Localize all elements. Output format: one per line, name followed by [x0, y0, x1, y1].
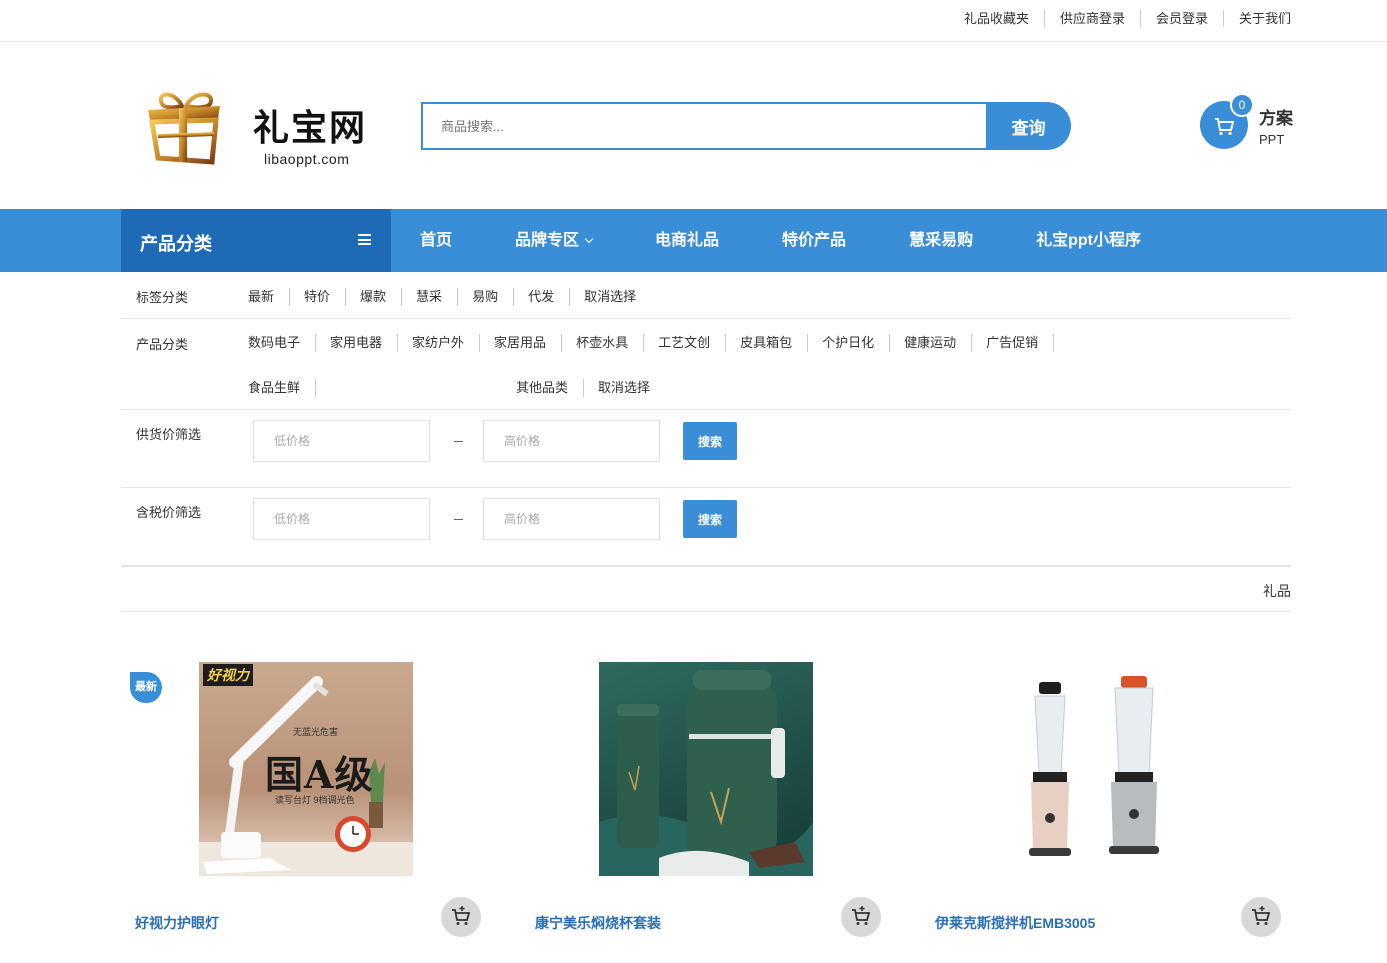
- food-jar-photo: [599, 670, 813, 876]
- add-to-cart-button[interactable]: [841, 897, 881, 937]
- filter-row-tag: 标签分类 最新 特价 爆款 慧采 易购 代发 取消选择: [121, 272, 1291, 319]
- search-box: 查询: [421, 102, 1071, 150]
- category-option[interactable]: 广告促销: [986, 334, 1055, 352]
- nav-items: 首页 品牌专区 电商礼品 特价产品 慧采易购 礼宝ppt小程序: [420, 209, 1204, 272]
- product-image[interactable]: [999, 662, 1213, 876]
- header: 礼宝网 libaoppt.com 查询 0 方案 PPT: [0, 42, 1387, 209]
- search-button[interactable]: 查询: [986, 102, 1071, 150]
- tag-option[interactable]: 慧采: [416, 288, 459, 306]
- filter-row-category: 产品分类 数码电子 家用电器 家纺户外 家居用品 杯壶水具 工艺文创 皮具箱包 个护日化 健康运…: [121, 319, 1291, 410]
- tax-price-search-button[interactable]: 搜索: [683, 500, 737, 538]
- category-option[interactable]: 家用电器: [330, 334, 399, 352]
- product-image[interactable]: 好视力 无蓝光危害 国A级 读写台灯 9档调光色: [199, 662, 413, 876]
- nav-item-brands-label: 品牌专区: [515, 232, 580, 249]
- filter-panel: 标签分类 最新 特价 爆款 慧采 易购 代发 取消选择 产品分类 数码电子 家用电器 家纺户外家…: [121, 272, 1291, 567]
- product-card[interactable]: 伊莱克斯搅拌机EMB3005: [921, 662, 1321, 952]
- supply-price-low-input[interactable]: [253, 420, 430, 462]
- category-option[interactable]: 其他品类: [516, 379, 585, 397]
- tag-option[interactable]: 爆款: [360, 288, 403, 306]
- menu-icon: [358, 234, 371, 245]
- category-option[interactable]: 个护日化: [822, 334, 891, 352]
- tag-option[interactable]: 取消选择: [584, 288, 651, 306]
- filter-label: 标签分类: [136, 290, 189, 305]
- tag-option[interactable]: 易购: [472, 288, 515, 306]
- search-input[interactable]: [421, 102, 986, 150]
- lamp-headline-text: 国A级: [265, 752, 374, 797]
- logo-title[interactable]: 礼宝网: [253, 108, 367, 148]
- top-link-member-login[interactable]: 会员登录: [1141, 10, 1224, 27]
- nav-item-ecommerce-gifts[interactable]: 电商礼品: [655, 209, 719, 272]
- range-dash: [454, 519, 463, 520]
- sort-label[interactable]: 礼品: [1263, 581, 1291, 601]
- gift-logo-icon[interactable]: [144, 86, 224, 166]
- cart-count-badge: 0: [1230, 93, 1254, 117]
- chevron-down-icon: [584, 234, 594, 243]
- product-card[interactable]: 康宁美乐焖烧杯套装: [521, 662, 921, 952]
- nav-item-huicai[interactable]: 慧采易购: [909, 209, 973, 272]
- add-cart-icon: [852, 906, 871, 925]
- lamp-brand-label: 好视力: [203, 664, 253, 686]
- category-menu-button[interactable]: 产品分类: [121, 209, 391, 272]
- add-to-cart-button[interactable]: [1241, 897, 1281, 937]
- top-links: 礼品收藏夹 供应商登录 会员登录 关于我们: [949, 10, 1291, 27]
- cart-label-sub[interactable]: PPT: [1259, 132, 1284, 147]
- top-link-supplier-login[interactable]: 供应商登录: [1045, 10, 1141, 27]
- filter-row-supply-price: 供货价筛选 搜索: [121, 410, 1291, 488]
- logo-subtitle: libaoppt.com: [264, 151, 350, 167]
- nav-item-brands[interactable]: 品牌专区: [515, 209, 594, 272]
- top-link-about[interactable]: 关于我们: [1224, 10, 1291, 27]
- category-menu-label: 产品分类: [140, 234, 212, 254]
- tax-price-high-input[interactable]: [483, 498, 660, 540]
- top-bar: 礼品收藏夹 供应商登录 会员登录 关于我们: [0, 0, 1387, 42]
- category-option[interactable]: 工艺文创: [658, 334, 727, 352]
- category-option[interactable]: 家纺户外: [412, 334, 481, 352]
- tax-price-low-input[interactable]: [253, 498, 430, 540]
- sort-bar: 礼品: [121, 567, 1291, 612]
- category-option[interactable]: 取消选择: [598, 379, 665, 397]
- category-option[interactable]: 家居用品: [494, 334, 563, 352]
- cart-label-main[interactable]: 方案: [1259, 104, 1293, 129]
- product-card[interactable]: 好视力 无蓝光危害 国A级 读写台灯 9档调光色 好视力护眼灯: [121, 662, 521, 952]
- tag-option[interactable]: 最新: [248, 288, 291, 306]
- main-nav: 产品分类 首页 品牌专区 电商礼品 特价产品 慧采易购 礼宝ppt小程序: [0, 209, 1387, 272]
- tag-option[interactable]: 特价: [304, 288, 347, 306]
- nav-item-home[interactable]: 首页: [420, 209, 452, 272]
- filter-label: 供货价筛选: [136, 427, 202, 442]
- category-option[interactable]: 皮具箱包: [740, 334, 809, 352]
- lamp-caption-text: 读写台灯 9档调光色: [275, 795, 355, 805]
- product-title[interactable]: 康宁美乐焖烧杯套装: [535, 913, 661, 933]
- category-option[interactable]: 健康运动: [904, 334, 973, 352]
- lamp-tag-text: 无蓝光危害: [293, 728, 339, 738]
- supply-price-high-input[interactable]: [483, 420, 660, 462]
- nav-item-special-offers[interactable]: 特价产品: [782, 209, 846, 272]
- category-option[interactable]: 杯壶水具: [576, 334, 645, 352]
- filter-label: 含税价筛选: [136, 505, 202, 520]
- tag-option[interactable]: 代发: [528, 288, 571, 306]
- category-option[interactable]: 食品生鲜: [248, 379, 317, 397]
- add-cart-icon: [452, 906, 471, 925]
- category-option[interactable]: 数码电子: [248, 334, 317, 352]
- category-options: 数码电子 家用电器 家纺户外 家居用品 杯壶水具 工艺文创 皮具箱包 个护日化 健康运动 广告促销…: [248, 334, 1248, 397]
- product-title[interactable]: 伊莱克斯搅拌机EMB3005: [935, 913, 1095, 933]
- product-title[interactable]: 好视力护眼灯: [135, 913, 219, 933]
- nav-item-miniprogram[interactable]: 礼宝ppt小程序: [1036, 209, 1141, 272]
- add-cart-icon: [1252, 906, 1271, 925]
- top-link-favorites[interactable]: 礼品收藏夹: [949, 10, 1045, 27]
- filter-label: 产品分类: [136, 337, 189, 352]
- add-to-cart-button[interactable]: [441, 897, 481, 937]
- filter-row-tax-price: 含税价筛选 搜索: [121, 488, 1291, 567]
- tag-options: 最新 特价 爆款 慧采 易购 代发 取消选择: [248, 288, 1248, 306]
- blender-photo: [1029, 676, 1159, 856]
- product-image[interactable]: [599, 662, 813, 876]
- range-dash: [454, 441, 463, 442]
- supply-price-search-button[interactable]: 搜索: [683, 422, 737, 460]
